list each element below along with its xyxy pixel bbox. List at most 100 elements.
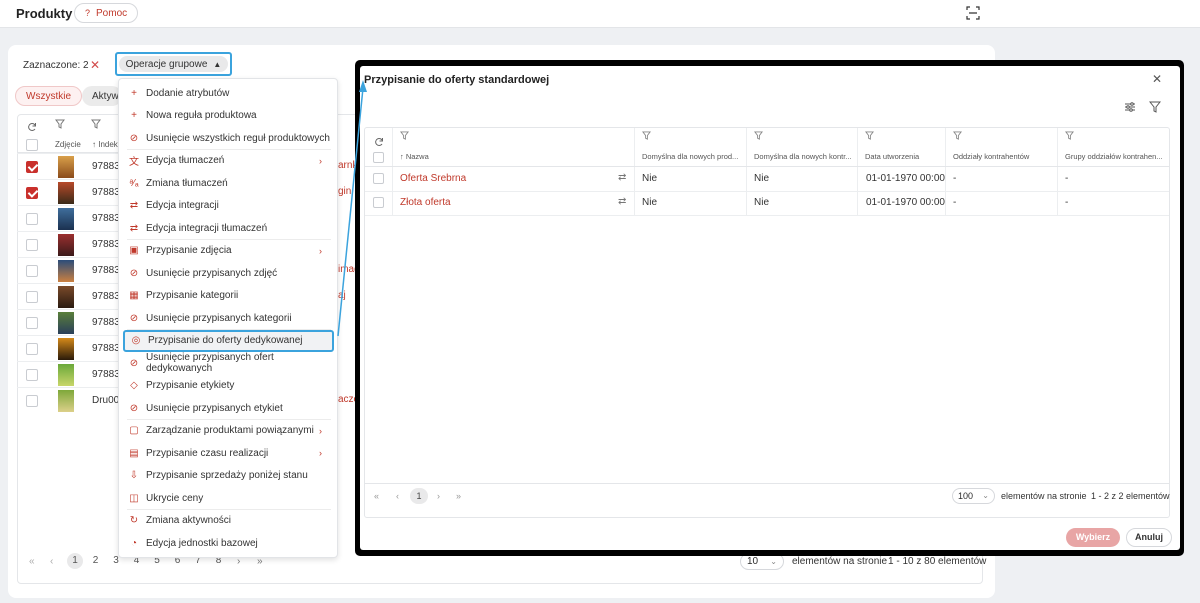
row-checkbox[interactable] (26, 291, 38, 303)
menu-item[interactable]: ᵃ⁄ₐ Zmiana tłumaczeń (119, 172, 337, 194)
selected-count: Zaznaczone: 2 (23, 60, 89, 71)
menu-item[interactable]: ◫ Ukrycie ceny (119, 487, 337, 509)
row-checkbox[interactable] (26, 343, 38, 355)
next-page-icon[interactable]: › (437, 491, 440, 501)
menu-item-label: Edycja jednostki bazowej (146, 537, 258, 549)
menu-item[interactable]: ⊘ Usunięcie przypisanych kategorii (119, 307, 337, 329)
table-row[interactable]: 97883 (17, 361, 120, 387)
table-row[interactable]: 97883 (17, 309, 120, 335)
settings-sliders-icon[interactable] (1124, 101, 1136, 113)
tab-active[interactable]: Aktywne (82, 86, 122, 106)
page-2[interactable]: 2 (88, 553, 104, 569)
table-row[interactable]: Dru00 (17, 387, 120, 413)
refresh-icon: ↻ (129, 515, 139, 526)
menu-item[interactable]: ◎ Przypisanie do oferty dedykowanej (123, 329, 334, 352)
menu-item[interactable]: 文 Edycja tłumaczeń › (119, 150, 337, 172)
menu-item[interactable]: ▤ Przypisanie czasu realizacji › (119, 442, 337, 464)
table-row[interactable]: 97883 (17, 179, 120, 205)
row-checkbox[interactable] (26, 161, 38, 173)
column-header[interactable]: Oddziały kontrahentów (953, 152, 1052, 161)
row-checkbox[interactable] (26, 239, 38, 251)
filter-icon[interactable] (400, 131, 409, 140)
table-row[interactable]: 97883 (17, 257, 120, 283)
product-thumbnail (58, 182, 74, 204)
filter-icon[interactable] (1065, 131, 1074, 140)
filter-icon[interactable] (953, 131, 962, 140)
table-row[interactable]: 97883 (17, 231, 120, 257)
menu-item[interactable]: + Dodanie atrybutów (119, 82, 337, 104)
menu-item[interactable]: ⊘ Usunięcie przypisanych ofert dedykowany… (119, 352, 337, 374)
menu-item[interactable]: ◇ Przypisanie etykiety (119, 375, 337, 397)
table-cell: - (1065, 173, 1069, 184)
product-index: Dru00 (92, 395, 120, 406)
first-page-icon[interactable]: « (29, 556, 35, 567)
product-name-fragment[interactable]: gin (338, 186, 351, 197)
table-row[interactable]: 97883 (17, 153, 120, 179)
clear-selection-icon[interactable]: ✕ (90, 58, 100, 72)
cancel-button[interactable]: Anuluj (1126, 528, 1172, 547)
prev-page-icon[interactable]: ‹ (396, 491, 399, 501)
table-row[interactable]: 97883 (17, 283, 120, 309)
page-1[interactable]: 1 (410, 488, 428, 504)
column-header[interactable]: Domyślna dla nowych kontr... (754, 152, 853, 161)
menu-item[interactable]: ⊘ Usunięcie przypisanych zdjęć (119, 262, 337, 284)
row-checkbox[interactable] (26, 213, 38, 225)
help-label: Pomoc (96, 7, 128, 19)
choose-button[interactable]: Wybierz (1066, 528, 1120, 547)
menu-item[interactable]: ◔ Edycja jednostki bazowej (119, 532, 337, 554)
footer-divider (365, 483, 1169, 484)
product-thumbnail (58, 390, 74, 412)
filter-icon[interactable] (55, 119, 65, 129)
column-header[interactable]: ↑ Nazwa (400, 152, 631, 161)
last-page-icon[interactable]: » (456, 491, 461, 501)
menu-item[interactable]: ⊘ Usunięcie przypisanych etykiet (119, 397, 337, 419)
row-checkbox[interactable] (373, 197, 384, 208)
menu-item[interactable]: ▣ Przypisanie zdjęcia › (119, 240, 337, 262)
filter-icon[interactable] (642, 131, 651, 140)
menu-item[interactable]: ⊘ Usunięcie wszystkich reguł produktowych (119, 127, 337, 149)
translate-swap-icon: ᵃ⁄ₐ (129, 177, 139, 189)
menu-item[interactable]: + Nowa reguła produktowa (119, 105, 337, 127)
filter-icon[interactable] (754, 131, 763, 140)
menu-item-label: Zmiana tłumaczeń (146, 177, 228, 189)
select-all-checkbox[interactable] (26, 139, 38, 151)
select-all-checkbox[interactable] (373, 152, 384, 163)
offer-name-link[interactable]: Złota oferta (400, 197, 451, 208)
column-header-index[interactable]: ↑ Indeks (92, 140, 118, 149)
first-page-icon[interactable]: « (374, 491, 379, 501)
row-checkbox[interactable] (26, 187, 38, 199)
table-row[interactable]: 97883 (17, 335, 120, 361)
filter-icon[interactable] (91, 119, 101, 129)
offer-name-link[interactable]: Oferta Srebrna (400, 173, 466, 184)
row-checkbox[interactable] (26, 317, 38, 329)
group-operations-button[interactable]: Operacje grupowe ▲ (115, 52, 232, 76)
menu-item[interactable]: ⇩ Przypisanie sprzedaży poniżej stanu (119, 465, 337, 487)
menu-item[interactable]: ⇄ Edycja integracji tłumaczeń (119, 217, 337, 239)
refresh-icon[interactable] (374, 137, 384, 147)
page-1[interactable]: 1 (67, 553, 83, 569)
prev-page-icon[interactable]: ‹ (50, 556, 53, 567)
column-header[interactable]: Domyślna dla nowych prod... (642, 152, 741, 161)
table-row[interactable]: 97883 (17, 205, 120, 231)
row-checkbox[interactable] (26, 265, 38, 277)
row-checkbox[interactable] (26, 369, 38, 381)
assign-arrows-icon[interactable]: ⇄ (618, 172, 626, 183)
row-checkbox[interactable] (373, 173, 384, 184)
menu-item[interactable]: ⇄ Edycja integracji (119, 195, 337, 217)
tab-all[interactable]: Wszystkie (15, 86, 82, 106)
column-header[interactable]: Data utworzenia (865, 152, 940, 161)
assign-arrows-icon[interactable]: ⇄ (618, 196, 626, 207)
refresh-icon[interactable] (27, 122, 37, 132)
product-name-fragment[interactable]: aj (338, 290, 346, 301)
filter-icon[interactable] (1149, 101, 1161, 113)
close-icon[interactable]: ✕ (1152, 72, 1162, 86)
menu-item[interactable]: ▢ Zarządzanie produktami powiązanymi › (119, 420, 337, 442)
menu-item[interactable]: ▦ Przypisanie kategorii (119, 285, 337, 307)
row-checkbox[interactable] (26, 395, 38, 407)
per-page-select[interactable]: 100 ⌄ (952, 488, 995, 504)
filter-icon[interactable] (865, 131, 874, 140)
menu-item[interactable]: ↻ Zmiana aktywności (119, 510, 337, 532)
fullscreen-icon[interactable] (966, 6, 980, 20)
column-header[interactable]: Grupy oddziałów kontrahen... (1065, 152, 1164, 161)
help-button[interactable]: ? Pomoc (74, 3, 139, 23)
